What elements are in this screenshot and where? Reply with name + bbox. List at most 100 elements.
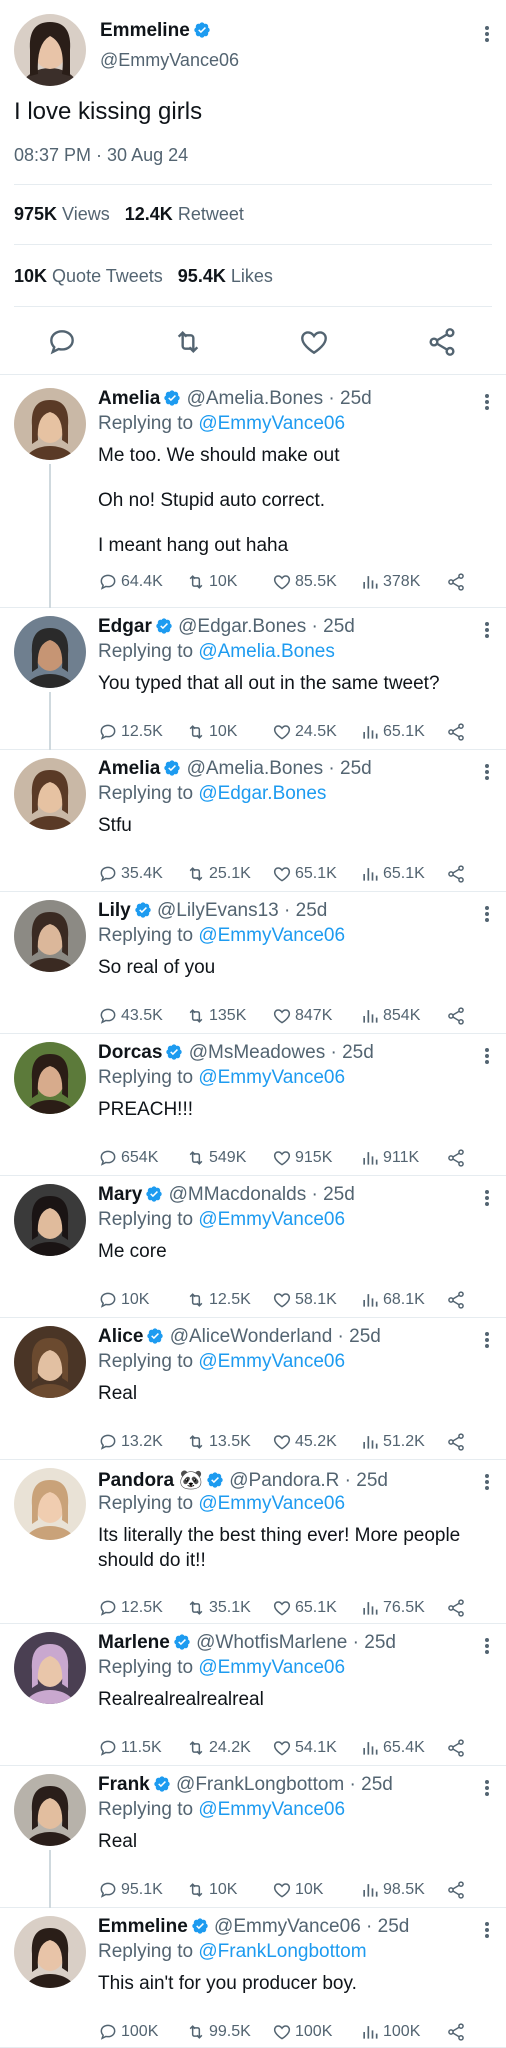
share-button[interactable] xyxy=(446,1736,469,1760)
replying-to-handle[interactable]: @EmmyVance06 xyxy=(198,1067,345,1088)
share-button[interactable] xyxy=(446,1146,469,1170)
handle[interactable]: @WhotfisMarlene xyxy=(196,1632,347,1653)
replying-to-handle[interactable]: @EmmyVance06 xyxy=(198,1209,345,1230)
share-button[interactable] xyxy=(446,570,469,594)
reply-button[interactable]: 11.5K xyxy=(98,1736,162,1760)
reply-button[interactable]: 100K xyxy=(98,2020,158,2044)
likes-label[interactable]: Likes xyxy=(231,266,273,286)
share-button[interactable] xyxy=(446,2020,469,2044)
share-button[interactable] xyxy=(446,1596,469,1620)
retweet-count[interactable]: 12.4K xyxy=(125,204,173,224)
like-button[interactable]: 915K xyxy=(272,1146,332,1170)
handle[interactable]: @EmmyVance06 xyxy=(100,50,239,71)
reply-age[interactable]: 25d xyxy=(323,1184,355,1205)
reply-age[interactable]: 25d xyxy=(361,1774,393,1795)
views-button[interactable]: 98.5K xyxy=(360,1878,425,1902)
reply-button[interactable]: 64.4K xyxy=(98,570,163,594)
views-button[interactable]: 51.2K xyxy=(360,1430,425,1454)
display-name[interactable]: Amelia xyxy=(98,388,160,409)
reply-tweet[interactable]: Alice @AliceWonderland · 25d Replying to… xyxy=(0,1318,506,1460)
share-button[interactable] xyxy=(446,862,469,886)
display-name[interactable]: Frank xyxy=(98,1774,150,1795)
share-button[interactable] xyxy=(446,1430,469,1454)
replying-to-handle[interactable]: @EmmyVance06 xyxy=(198,925,345,946)
reply-age[interactable]: 25d xyxy=(378,1916,410,1937)
more-options-icon[interactable] xyxy=(484,762,490,782)
reply-age[interactable]: 25d xyxy=(349,1326,381,1347)
replying-to-handle[interactable]: @EmmyVance06 xyxy=(198,1657,345,1678)
replying-to-handle[interactable]: @Amelia.Bones xyxy=(198,641,335,662)
display-name[interactable]: Alice xyxy=(98,1326,143,1347)
reply-button[interactable]: 12.5K xyxy=(98,720,163,744)
like-button[interactable]: 24.5K xyxy=(272,720,337,744)
handle[interactable]: @Amelia.Bones xyxy=(187,758,324,779)
views-button[interactable]: 65.1K xyxy=(360,862,425,886)
avatar[interactable] xyxy=(14,758,86,830)
more-options-icon[interactable] xyxy=(484,620,490,640)
avatar[interactable] xyxy=(14,388,86,460)
reply-tweet[interactable]: Dorcas @MsMeadowes · 25d Replying to @Em… xyxy=(0,1034,506,1176)
retweet-button[interactable]: 35.1K xyxy=(186,1596,251,1620)
retweet-button[interactable]: 12.5K xyxy=(186,1288,251,1312)
views-button[interactable]: 65.1K xyxy=(360,720,425,744)
more-options-icon[interactable] xyxy=(484,1920,490,1940)
reply-tweet[interactable]: Frank @FrankLongbottom · 25d Replying to… xyxy=(0,1766,506,1908)
replying-to-handle[interactable]: @EmmyVance06 xyxy=(198,1493,345,1514)
reply-age[interactable]: 25d xyxy=(296,900,328,921)
like-button[interactable]: 100K xyxy=(272,2020,332,2044)
retweet-button[interactable]: 99.5K xyxy=(186,2020,251,2044)
like-button[interactable]: 65.1K xyxy=(272,1596,337,1620)
avatar[interactable] xyxy=(14,1042,86,1114)
like-button[interactable]: 65.1K xyxy=(272,862,337,886)
avatar[interactable] xyxy=(14,1184,86,1256)
like-button[interactable]: 85.5K xyxy=(272,570,337,594)
quote-label[interactable]: Quote Tweets xyxy=(52,266,163,286)
views-button[interactable]: 854K xyxy=(360,1004,420,1028)
replying-to-handle[interactable]: @EmmyVance06 xyxy=(198,413,345,434)
display-name[interactable]: Emmeline xyxy=(100,20,211,42)
replying-to-handle[interactable]: @EmmyVance06 xyxy=(198,1351,345,1372)
share-button[interactable] xyxy=(446,720,469,744)
reply-button[interactable]: 654K xyxy=(98,1146,158,1170)
handle[interactable]: @Amelia.Bones xyxy=(187,388,324,409)
more-options-icon[interactable] xyxy=(484,24,490,44)
replying-to-handle[interactable]: @EmmyVance06 xyxy=(198,1799,345,1820)
like-button[interactable]: 54.1K xyxy=(272,1736,337,1760)
handle[interactable]: @LilyEvans13 xyxy=(157,900,279,921)
more-options-icon[interactable] xyxy=(484,1778,490,1798)
reply-button[interactable]: 13.2K xyxy=(98,1430,163,1454)
handle[interactable]: @MMacdonalds xyxy=(169,1184,307,1205)
reply-age[interactable]: 25d xyxy=(364,1632,396,1653)
reply-age[interactable]: 25d xyxy=(340,758,372,779)
views-button[interactable]: 68.1K xyxy=(360,1288,425,1312)
avatar[interactable] xyxy=(14,1326,86,1398)
views-button[interactable]: 378K xyxy=(360,570,420,594)
handle[interactable]: @Edgar.Bones xyxy=(178,616,306,637)
more-options-icon[interactable] xyxy=(484,904,490,924)
like-icon[interactable] xyxy=(298,326,330,358)
retweet-button[interactable]: 10K xyxy=(186,1878,237,1902)
reply-button[interactable]: 35.4K xyxy=(98,862,163,886)
reply-tweet[interactable]: Amelia @Amelia.Bones · 25d Replying to @… xyxy=(0,380,506,608)
retweet-button[interactable]: 24.2K xyxy=(186,1736,251,1760)
reply-age[interactable]: 25d xyxy=(323,616,355,637)
display-name[interactable]: Lily xyxy=(98,900,131,921)
like-button[interactable]: 45.2K xyxy=(272,1430,337,1454)
avatar[interactable] xyxy=(14,616,86,688)
handle[interactable]: @FrankLongbottom xyxy=(176,1774,344,1795)
views-button[interactable]: 911K xyxy=(360,1146,419,1170)
avatar[interactable] xyxy=(14,1632,86,1704)
retweet-button[interactable]: 25.1K xyxy=(186,862,251,886)
more-options-icon[interactable] xyxy=(484,392,490,412)
display-name[interactable]: Dorcas xyxy=(98,1042,162,1063)
display-name[interactable]: Pandora xyxy=(98,1470,174,1491)
reply-tweet[interactable]: Pandora 🐼 @Pandora.R · 25d Replying to @… xyxy=(0,1460,506,1624)
retweet-button[interactable]: 10K xyxy=(186,720,237,744)
reply-tweet[interactable]: Edgar @Edgar.Bones · 25d Replying to @Am… xyxy=(0,608,506,750)
retweet-label[interactable]: Retweet xyxy=(178,204,244,224)
tweet-timestamp[interactable]: 08:37 PM · 30 Aug 24 xyxy=(14,145,188,166)
reply-age[interactable]: 25d xyxy=(356,1470,388,1491)
retweet-button[interactable]: 13.5K xyxy=(186,1430,251,1454)
handle[interactable]: @MsMeadowes xyxy=(189,1042,326,1063)
reply-tweet[interactable]: Mary @MMacdonalds · 25d Replying to @Emm… xyxy=(0,1176,506,1318)
